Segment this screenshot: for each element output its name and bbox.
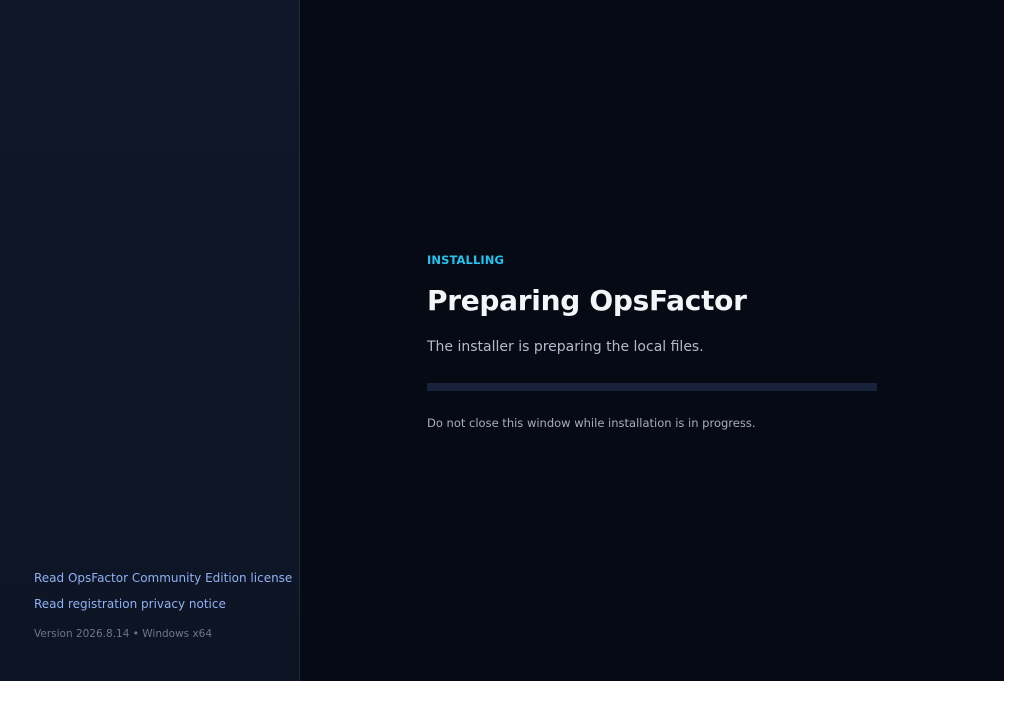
installation-status-panel: INSTALLING Preparing OpsFactor The insta…: [427, 252, 887, 431]
privacy-notice-link[interactable]: Read registration privacy notice: [34, 596, 284, 612]
version-info: Version 2026.8.14 • Windows x64: [34, 628, 213, 640]
installer-window: Read OpsFactor Community Edition license…: [0, 0, 1004, 681]
page-title: Preparing OpsFactor: [427, 284, 747, 317]
warning-note: Do not close this window while installat…: [427, 415, 756, 430]
sidebar-links: Read OpsFactor Community Edition license…: [34, 570, 292, 641]
license-link[interactable]: Read OpsFactor Community Edition license: [34, 570, 292, 586]
status-label: INSTALLING: [427, 253, 505, 267]
installer-sidebar: Read OpsFactor Community Edition license…: [0, 0, 300, 681]
installer-main-panel: INSTALLING Preparing OpsFactor The insta…: [300, 0, 1004, 681]
status-description: The installer is preparing the local fil…: [427, 338, 704, 355]
progress-bar: [427, 382, 877, 391]
